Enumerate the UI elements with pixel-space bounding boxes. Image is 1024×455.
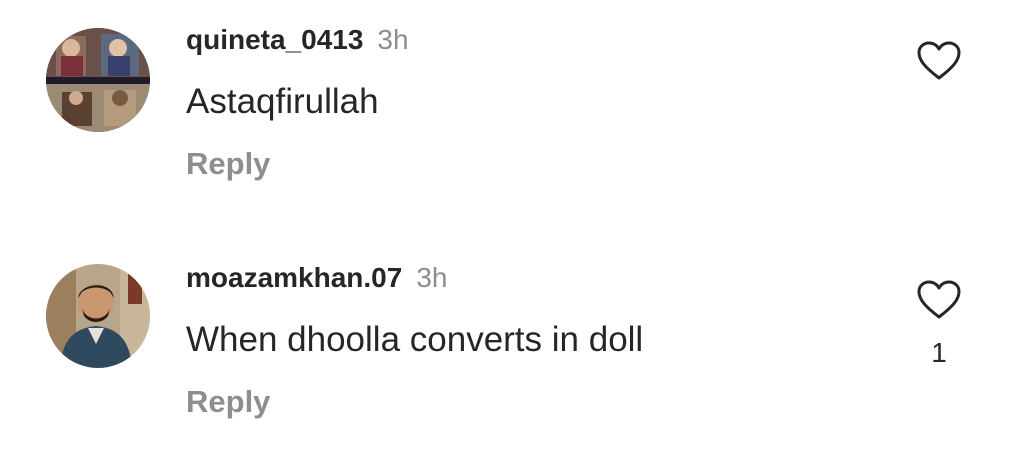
comment-header: moazamkhan.07 3h [186, 260, 447, 296]
reply-button[interactable]: Reply [186, 382, 270, 422]
comment-timestamp: 3h [416, 262, 448, 293]
avatar[interactable] [46, 264, 150, 368]
avatar-image [46, 264, 150, 368]
like-button[interactable] [916, 279, 962, 321]
username[interactable]: moazamkhan.07 [186, 262, 402, 293]
comment-item: moazamkhan.07 3h When dhoolla converts in… [0, 0, 1024, 455]
comment-text: When dhoolla converts in doll [186, 320, 644, 359]
like-count: 1 [931, 337, 947, 368]
heart-outline-icon [917, 280, 961, 319]
